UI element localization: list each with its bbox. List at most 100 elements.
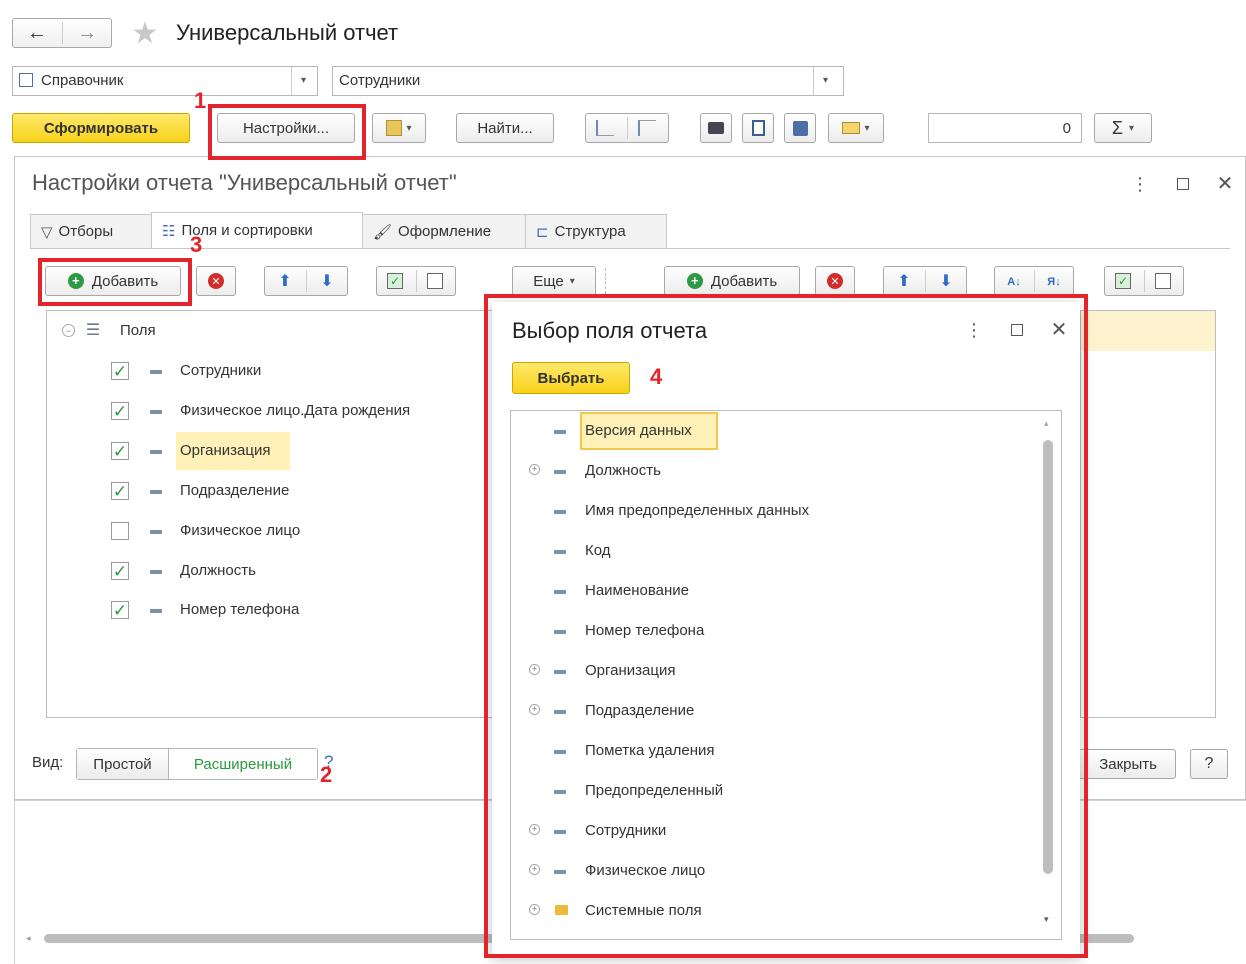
close-icon[interactable]: ✕	[1212, 170, 1238, 196]
type-select-divider	[291, 67, 292, 95]
delete-sort-button[interactable]: ✕	[815, 266, 855, 296]
move-up-icon[interactable]: ⬆	[894, 271, 914, 291]
group-collapse-buttons	[585, 113, 669, 143]
sum-field[interactable]: 0	[928, 113, 1082, 143]
chevron-down-icon[interactable]: ▾	[301, 75, 306, 86]
object-select-divider	[813, 67, 814, 95]
uncheck-all-icon[interactable]	[427, 273, 443, 289]
object-select-value: Сотрудники	[339, 72, 421, 89]
printer-icon	[708, 122, 724, 134]
check-buttons: ✓	[376, 266, 456, 296]
type-select[interactable]: Справочник ▾	[12, 66, 318, 96]
picker-item-2[interactable]: Имя предопределенных данных	[585, 502, 809, 519]
field-checkbox-1[interactable]: ✓	[111, 402, 129, 420]
tab-filters[interactable]: ▽ Отборы	[30, 214, 152, 248]
delete-field-button[interactable]: ✕	[196, 266, 236, 296]
expand-icon[interactable]: +	[529, 704, 540, 715]
field-checkbox-5[interactable]: ✓	[111, 562, 129, 580]
field-checkbox-2[interactable]: ✓	[111, 442, 129, 460]
more-icon[interactable]: ⋮	[1131, 172, 1149, 196]
tab-fields[interactable]: ☷ Поля и сортировки	[151, 212, 363, 248]
picker-scrollbar[interactable]	[1043, 440, 1053, 874]
picker-item-8[interactable]: Пометка удаления	[585, 742, 715, 759]
more-icon[interactable]: ⋮	[965, 318, 983, 342]
sort-list-selected-row	[1081, 311, 1215, 351]
close-icon[interactable]: ✕	[1046, 316, 1072, 342]
tab-structure[interactable]: ⊏ Структура	[525, 214, 667, 248]
annotation-number-2: 2	[320, 762, 333, 787]
picker-item-12[interactable]: Системные поля	[585, 902, 702, 919]
forward-arrow-icon[interactable]: →	[64, 20, 110, 46]
field-checkbox-4[interactable]	[111, 522, 129, 540]
picker-item-5[interactable]: Номер телефона	[585, 622, 704, 639]
more-menu-button[interactable]: Еще ▾	[512, 266, 596, 296]
field-dash-icon	[554, 550, 566, 554]
view-simple-button[interactable]: Простой	[77, 749, 169, 779]
generate-button[interactable]: Сформировать	[12, 113, 190, 143]
add-sort-label: Добавить	[710, 272, 778, 290]
select-button[interactable]: Выбрать	[512, 362, 630, 394]
add-field-button[interactable]: + Добавить	[45, 266, 181, 296]
checkmark-icon: ✓	[112, 600, 128, 620]
brush-icon: 🖌	[373, 223, 393, 241]
field-dash-icon	[554, 710, 566, 714]
field-checkbox-3[interactable]: ✓	[111, 482, 129, 500]
view-extended-button[interactable]: Расширенный	[170, 749, 316, 779]
check-all-icon[interactable]: ✓	[1115, 273, 1131, 289]
picker-item-1[interactable]: Должность	[585, 462, 661, 479]
sort-divider	[1034, 270, 1035, 292]
save-button[interactable]	[784, 113, 816, 143]
move-down-icon[interactable]: ⬇	[936, 271, 956, 291]
uncheck-all-icon[interactable]	[1155, 273, 1171, 289]
tab-appearance[interactable]: 🖌 Оформление	[362, 214, 526, 248]
object-select[interactable]: Сотрудники ▾	[332, 66, 844, 96]
picker-item-6[interactable]: Организация	[585, 662, 675, 679]
picker-item-3[interactable]: Код	[585, 542, 611, 559]
add-sort-button[interactable]: + Добавить	[664, 266, 800, 296]
maximize-icon[interactable]	[1172, 172, 1194, 196]
star-icon[interactable]: ★	[128, 16, 162, 50]
chevron-down-icon[interactable]: ▾	[823, 75, 828, 86]
picker-item-7[interactable]: Подразделение	[585, 702, 694, 719]
expand-icon[interactable]: +	[529, 664, 540, 675]
expand-icon[interactable]: +	[529, 824, 540, 835]
sort-list[interactable]	[1080, 310, 1216, 718]
back-arrow-icon[interactable]: ←	[14, 20, 60, 46]
check-all-icon[interactable]: ✓	[387, 273, 403, 289]
field-checkbox-6[interactable]: ✓	[111, 601, 129, 619]
find-button[interactable]: Найти...	[456, 113, 554, 143]
variant-menu-button[interactable]: ▾	[372, 113, 426, 143]
print-button[interactable]	[700, 113, 732, 143]
sum-menu-button[interactable]: Σ ▾	[1094, 113, 1152, 143]
close-button[interactable]: Закрыть	[1078, 749, 1176, 779]
expand-icon[interactable]: +	[529, 904, 540, 915]
move-up-icon[interactable]: ⬆	[275, 271, 295, 291]
scroll-left-icon[interactable]: ◂	[26, 933, 31, 944]
expand-groups-icon[interactable]	[638, 120, 656, 136]
picker-item-10[interactable]: Сотрудники	[585, 822, 666, 839]
picker-item-0[interactable]: Версия данных	[585, 422, 692, 439]
preview-button[interactable]	[742, 113, 774, 143]
picker-scroll-up-icon[interactable]: ▴	[1044, 418, 1049, 429]
close-button-label: Закрыть	[1099, 755, 1157, 773]
picker-item-4[interactable]: Наименование	[585, 582, 689, 599]
collapse-icon[interactable]: −	[62, 324, 75, 337]
sort-descending-icon[interactable]: Я↓	[1043, 272, 1065, 292]
expand-icon[interactable]: +	[529, 864, 540, 875]
expand-icon[interactable]: +	[529, 464, 540, 475]
collapse-groups-icon[interactable]	[596, 120, 614, 136]
email-button[interactable]: ▾	[828, 113, 884, 143]
sort-ascending-icon[interactable]: А↓	[1003, 272, 1025, 292]
maximize-icon[interactable]	[1006, 318, 1028, 342]
field-label-0: Сотрудники	[180, 362, 262, 379]
settings-button[interactable]: Настройки...	[217, 113, 355, 143]
help-button[interactable]: ?	[1190, 749, 1228, 779]
move-down-icon[interactable]: ⬇	[317, 271, 337, 291]
picker-scroll-down-icon[interactable]: ▾	[1044, 914, 1049, 925]
chevron-down-icon: ▾	[569, 275, 575, 287]
field-checkbox-0[interactable]: ✓	[111, 362, 129, 380]
picker-item-11[interactable]: Физическое лицо	[585, 862, 705, 879]
field-label-6: Номер телефона	[180, 601, 300, 618]
picker-item-9[interactable]: Предопределенный	[585, 782, 723, 799]
view-label: Вид:	[32, 754, 64, 771]
